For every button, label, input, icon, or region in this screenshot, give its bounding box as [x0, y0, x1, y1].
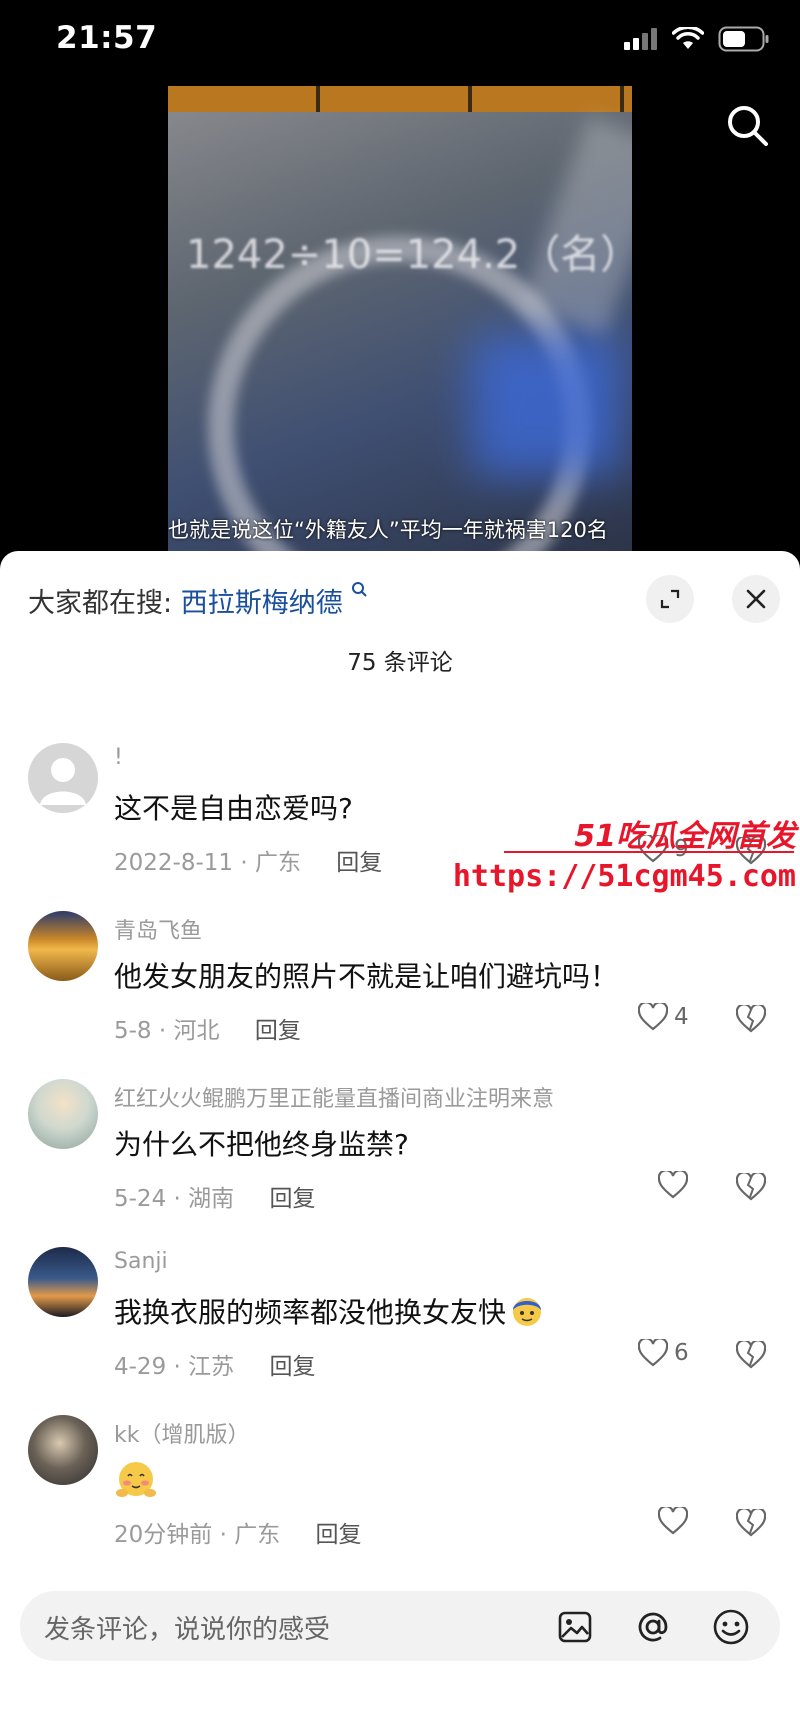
watermark-title: 51吃瓜全网首发	[574, 819, 796, 854]
wifi-icon	[672, 27, 704, 49]
comment-item: Sanji 我换衣服的频率都没他换女友快 4-29 · 江苏 回复 6	[0, 1247, 800, 1407]
comment-text	[114, 1459, 158, 1499]
avatar[interactable]	[28, 743, 98, 813]
hot-search-keyword[interactable]: 西拉斯梅纳德	[181, 588, 343, 619]
like-count: 4	[674, 1004, 689, 1030]
watermark-url: https://51cgm45.com	[452, 859, 796, 894]
reply-button[interactable]: 回复	[316, 1522, 362, 1548]
comment-item: 青岛飞鱼 他发女朋友的照片不就是让咱们避坑吗！ 5-8 · 河北 回复 4	[0, 911, 800, 1071]
dislike-button[interactable]	[735, 1339, 767, 1373]
heart-icon	[658, 1507, 688, 1535]
like-button[interactable]: 4	[638, 1003, 689, 1031]
comment-text: 我换衣服的频率都没他换女友快	[114, 1291, 544, 1331]
reply-button[interactable]: 回复	[269, 1354, 315, 1380]
like-button[interactable]	[658, 1507, 688, 1535]
broken-heart-icon	[735, 1003, 767, 1033]
comment-username[interactable]: 红红火火鲲鹏万里正能量直播间商业注明来意	[114, 1081, 554, 1113]
dislike-button[interactable]	[735, 1003, 767, 1037]
comment-meta: 2022-8-11 · 广东 回复	[114, 843, 382, 877]
reply-button[interactable]: 回复	[269, 1186, 315, 1212]
expand-button[interactable]	[646, 575, 694, 623]
small-search-icon	[352, 582, 368, 597]
comment-text-content: 我换衣服的频率都没他换女友快	[114, 1296, 507, 1329]
video-player[interactable]: 1242÷10=124.2（名） 也就是说这位“外籍友人”平均一年就祸害120名	[168, 86, 632, 552]
video-top-strip	[168, 86, 632, 112]
comment-date: 5-8 · 河北	[114, 1018, 220, 1044]
watermark: 51吃瓜全网首发 https://51cgm45.com	[453, 811, 800, 901]
emoji-icon[interactable]	[710, 1606, 752, 1648]
dislike-button[interactable]	[735, 1507, 767, 1541]
like-count: 6	[674, 1340, 689, 1366]
video-formula: 1242÷10=124.2（名）	[186, 232, 632, 278]
comment-date: 4-29 · 江苏	[114, 1354, 235, 1380]
comment-meta: 5-8 · 河北 回复	[114, 1011, 301, 1045]
avatar[interactable]	[28, 1079, 98, 1149]
heart-icon	[658, 1171, 688, 1199]
avatar[interactable]	[28, 1415, 98, 1485]
blushing-emoji-icon	[116, 1462, 156, 1497]
comment-sheet: 大家都在搜: 西拉斯梅纳德 75 条评论 ! 这不是自由恋爱吗? 2022-8-…	[0, 551, 800, 1731]
at-icon[interactable]	[632, 1606, 674, 1648]
comment-username[interactable]: Sanji	[114, 1249, 168, 1274]
search-icon[interactable]	[726, 104, 770, 152]
signal-icon	[624, 28, 657, 50]
like-button[interactable]	[658, 1171, 688, 1199]
status-icons	[624, 26, 770, 52]
close-button[interactable]	[732, 575, 780, 623]
status-bar: 21:57	[0, 0, 800, 84]
image-icon[interactable]	[554, 1606, 596, 1648]
close-icon	[746, 589, 766, 609]
comment-date: 5-24 · 湖南	[114, 1186, 235, 1212]
like-button[interactable]: 6	[638, 1339, 689, 1367]
video-scene-light	[472, 336, 622, 476]
comment-item: 红红火火鲲鹏万里正能量直播间商业注明来意 为什么不把他终身监禁? 5-24 · …	[0, 1079, 800, 1239]
watermark-line	[504, 851, 794, 853]
comment-username[interactable]: kk（增肌版）	[114, 1417, 249, 1449]
comment-item: kk（增肌版） 20分钟前 · 广东 回复	[0, 1415, 800, 1575]
video-caption: 也就是说这位“外籍友人”平均一年就祸害120名	[168, 518, 608, 542]
comment-meta: 4-29 · 江苏 回复	[114, 1347, 315, 1381]
emoji-sticker-icon	[513, 1298, 542, 1326]
dislike-button[interactable]	[735, 1171, 767, 1205]
comment-text: 为什么不把他终身监禁?	[114, 1128, 409, 1161]
comment-username[interactable]: 青岛飞鱼	[114, 913, 202, 945]
comment-meta: 20分钟前 · 广东 回复	[114, 1515, 362, 1549]
avatar[interactable]	[28, 911, 98, 981]
status-time: 21:57	[56, 20, 158, 56]
broken-heart-icon	[735, 1339, 767, 1369]
comment-input[interactable]: 发条评论，说说你的感受	[44, 1609, 330, 1646]
comment-text: 他发女朋友的照片不就是让咱们避坑吗！	[114, 960, 619, 993]
expand-icon	[660, 589, 680, 609]
heart-icon	[638, 1339, 668, 1367]
comment-text: 这不是自由恋爱吗?	[114, 792, 353, 825]
comment-input-bar[interactable]: 发条评论，说说你的感受	[20, 1591, 780, 1661]
avatar[interactable]	[28, 1247, 98, 1317]
battery-icon	[718, 26, 769, 52]
comment-date: 20分钟前 · 广东	[114, 1522, 281, 1548]
comment-date: 2022-8-11 · 广东	[114, 850, 301, 876]
reply-button[interactable]: 回复	[336, 850, 382, 876]
hot-search-label: 大家都在搜:	[28, 588, 173, 619]
broken-heart-icon	[735, 1171, 767, 1201]
comment-count: 75 条评论	[347, 650, 453, 676]
hot-search: 大家都在搜: 西拉斯梅纳德	[28, 581, 368, 620]
comment-username[interactable]: !	[114, 745, 123, 770]
reply-button[interactable]: 回复	[255, 1018, 301, 1044]
comment-meta: 5-24 · 湖南 回复	[114, 1179, 315, 1213]
broken-heart-icon	[735, 1507, 767, 1537]
heart-icon	[638, 1003, 668, 1031]
